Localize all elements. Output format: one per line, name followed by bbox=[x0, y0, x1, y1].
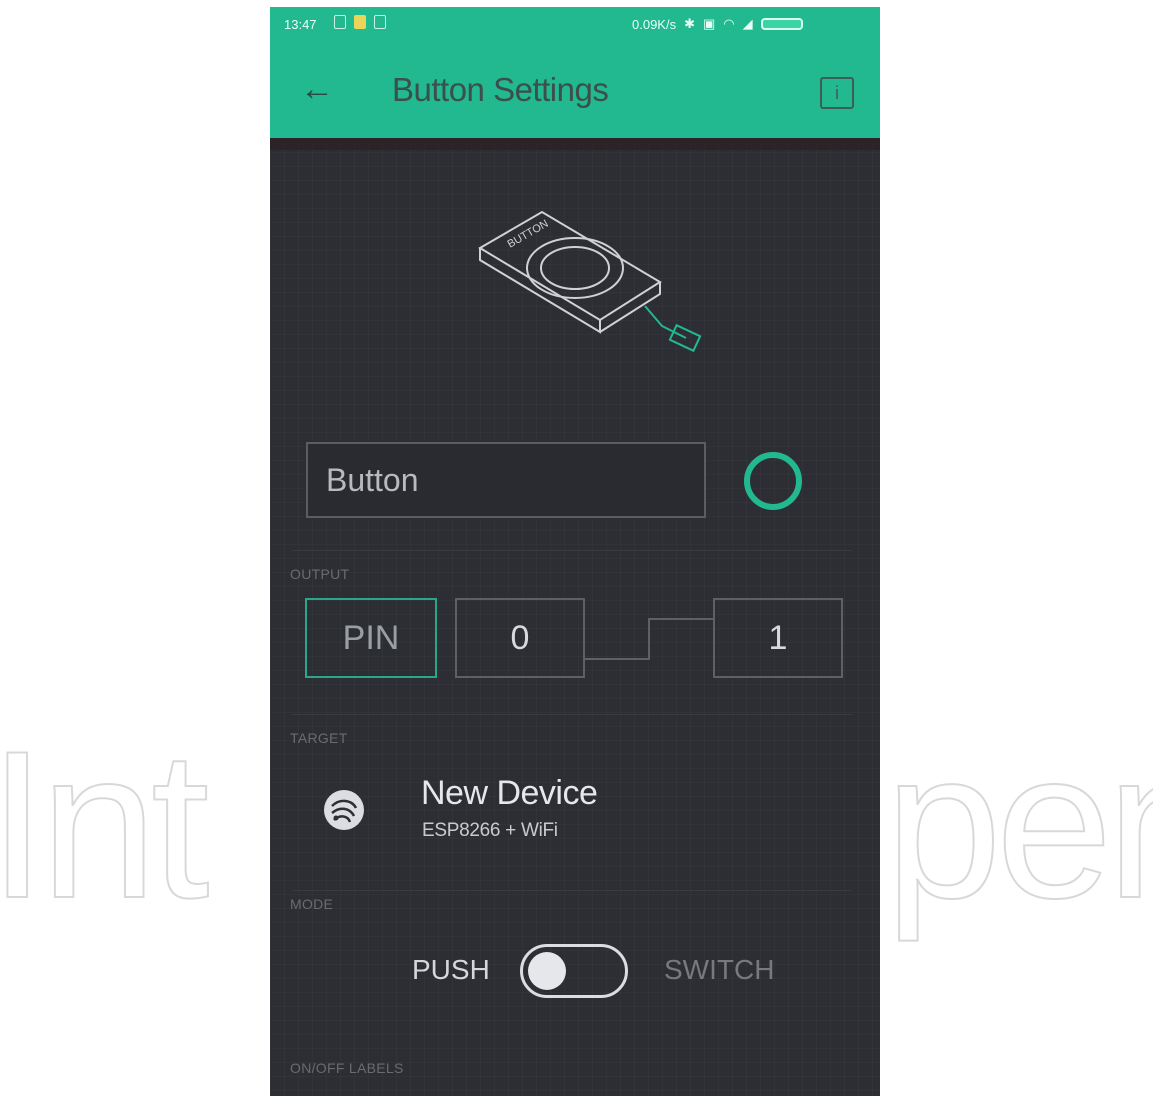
bluetooth-icon: ✱ bbox=[684, 16, 695, 31]
settings-content: BUTTON OUTPUT PIN 0 1 TARGET New Device … bbox=[270, 138, 880, 1096]
widget-name-field[interactable] bbox=[306, 442, 706, 518]
notification-icon bbox=[334, 15, 346, 29]
notification-icon bbox=[354, 15, 366, 29]
divider bbox=[292, 714, 852, 715]
mode-toggle[interactable] bbox=[520, 944, 628, 998]
divider bbox=[292, 890, 852, 891]
high-value-field[interactable]: 1 bbox=[713, 598, 843, 678]
low-value-field[interactable]: 0 bbox=[455, 598, 585, 678]
device-name[interactable]: New Device bbox=[421, 774, 598, 813]
pin-select-button[interactable]: PIN bbox=[305, 598, 437, 678]
target-section-label: TARGET bbox=[290, 730, 348, 746]
status-bar: 13:47 0.09K/s ✱ ▣ ◠ ◢ bbox=[270, 7, 880, 41]
signal-icon: ◢ bbox=[742, 16, 753, 31]
toggle-knob[interactable] bbox=[528, 952, 566, 990]
battery-icon bbox=[760, 18, 803, 30]
divider bbox=[270, 138, 880, 150]
page-title: Button Settings bbox=[392, 71, 609, 108]
color-picker[interactable] bbox=[744, 452, 802, 510]
widget-name-input[interactable] bbox=[308, 444, 704, 516]
output-section-label: OUTPUT bbox=[290, 566, 350, 582]
notification-icons bbox=[334, 15, 386, 29]
wifi-icon: ◠ bbox=[723, 16, 735, 31]
watermark-left: Int bbox=[0, 707, 211, 942]
device-type: ESP8266 + WiFi bbox=[422, 820, 558, 841]
status-time: 13:47 bbox=[284, 17, 317, 32]
push-mode-label[interactable]: PUSH bbox=[412, 954, 490, 986]
arrow-left-icon[interactable]: ← bbox=[300, 71, 340, 107]
phone-screen: 13:47 0.09K/s ✱ ▣ ◠ ◢ ← Button Settings … bbox=[270, 7, 880, 1096]
value-range-connector bbox=[585, 618, 713, 660]
mode-section-label: MODE bbox=[290, 896, 334, 912]
system-icons: 0.09K/s ✱ ▣ ◠ ◢ bbox=[632, 16, 803, 32]
chip-icon[interactable] bbox=[320, 786, 368, 834]
app-bar: ← Button Settings i bbox=[270, 41, 880, 138]
divider bbox=[292, 550, 852, 551]
vibrate-icon: ▣ bbox=[703, 16, 716, 31]
button-widget-illustration: BUTTON bbox=[478, 210, 702, 353]
switch-mode-label[interactable]: SWITCH bbox=[664, 954, 774, 986]
watermark-right: pen bbox=[884, 707, 1153, 942]
network-speed: 0.09K/s bbox=[632, 16, 677, 32]
notification-icon bbox=[374, 15, 386, 29]
on-off-labels-section-label: ON/OFF LABELS bbox=[290, 1060, 404, 1076]
info-icon[interactable]: i bbox=[820, 77, 854, 109]
